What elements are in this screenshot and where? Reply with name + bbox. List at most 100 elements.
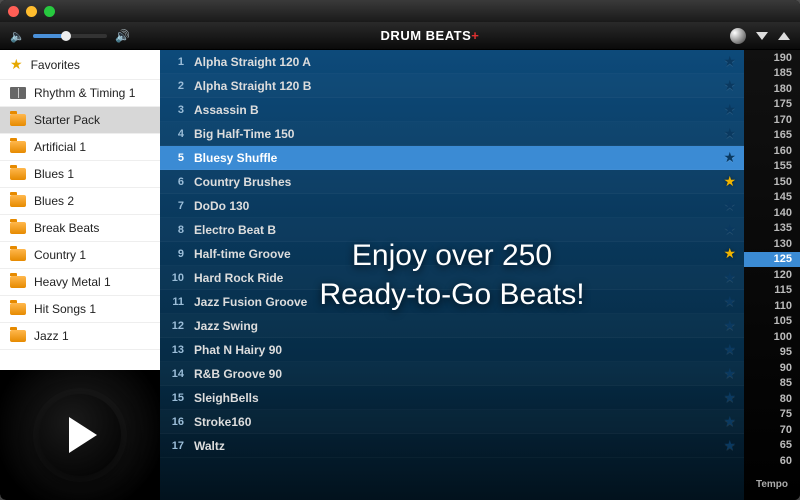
tempo-up-button[interactable]: [778, 32, 790, 40]
favorite-star-icon[interactable]: ★: [723, 221, 736, 238]
sidebar: ★FavoritesRhythm & Timing 1 Starter Pack A…: [0, 50, 160, 500]
favorite-star-icon[interactable]: ★: [723, 341, 736, 358]
tempo-item[interactable]: 120: [744, 267, 800, 283]
favorite-star-icon[interactable]: ★: [723, 245, 736, 262]
category-item[interactable]: Hit Songs 1: [0, 296, 160, 323]
beat-row[interactable]: 14R&B Groove 90★: [160, 362, 744, 386]
favorite-star-icon[interactable]: ★: [723, 269, 736, 286]
zoom-icon[interactable]: [44, 6, 55, 17]
beat-name: Country Brushes: [194, 175, 723, 189]
tempo-item[interactable]: 160: [744, 143, 800, 159]
beat-row[interactable]: 16Stroke160★: [160, 410, 744, 434]
category-item[interactable]: Jazz 1: [0, 323, 160, 350]
category-label: Starter Pack: [34, 113, 100, 127]
folder-icon: [10, 276, 26, 288]
beat-row[interactable]: 9Half-time Groove★: [160, 242, 744, 266]
tempo-item[interactable]: 60: [744, 453, 800, 469]
tempo-item[interactable]: 155: [744, 159, 800, 175]
favorite-star-icon[interactable]: ★: [723, 413, 736, 430]
tempo-item[interactable]: 110: [744, 298, 800, 314]
folder-icon: [10, 303, 26, 315]
favorite-star-icon[interactable]: ★: [723, 197, 736, 214]
close-icon[interactable]: [8, 6, 19, 17]
volume-thumb[interactable]: [61, 31, 71, 41]
tempo-item[interactable]: 95: [744, 345, 800, 361]
tempo-item[interactable]: 75: [744, 407, 800, 423]
category-item[interactable]: Rhythm & Timing 1: [0, 80, 160, 107]
tempo-item[interactable]: 85: [744, 376, 800, 392]
beat-name: Big Half-Time 150: [194, 127, 723, 141]
disco-icon[interactable]: [730, 28, 746, 44]
beat-row[interactable]: 13Phat N Hairy 90★: [160, 338, 744, 362]
favorite-star-icon[interactable]: ★: [723, 317, 736, 334]
tempo-item[interactable]: 185: [744, 66, 800, 82]
tempo-item[interactable]: 105: [744, 314, 800, 330]
category-item[interactable]: Artificial 1: [0, 134, 160, 161]
tempo-item[interactable]: 170: [744, 112, 800, 128]
tempo-item[interactable]: 175: [744, 97, 800, 113]
tempo-item[interactable]: 125: [744, 252, 800, 268]
category-item[interactable]: ★Favorites: [0, 50, 160, 80]
volume-slider[interactable]: [33, 34, 107, 38]
tempo-item[interactable]: 165: [744, 128, 800, 144]
beat-number: 17: [160, 440, 194, 452]
favorite-star-icon[interactable]: ★: [723, 437, 736, 454]
beat-row[interactable]: 6Country Brushes★: [160, 170, 744, 194]
beat-row[interactable]: 4Big Half-Time 150★: [160, 122, 744, 146]
favorite-star-icon[interactable]: ★: [723, 53, 736, 70]
favorite-star-icon[interactable]: ★: [723, 173, 736, 190]
beat-name: Stroke160: [194, 415, 723, 429]
tempo-item[interactable]: 140: [744, 205, 800, 221]
tempo-down-button[interactable]: [756, 32, 768, 40]
favorite-star-icon[interactable]: ★: [723, 293, 736, 310]
beat-list[interactable]: 1Alpha Straight 120 A★2Alpha Straight 12…: [160, 50, 744, 500]
beat-row[interactable]: 11Jazz Fusion Groove★: [160, 290, 744, 314]
tempo-item[interactable]: 115: [744, 283, 800, 299]
minimize-icon[interactable]: [26, 6, 37, 17]
beat-row[interactable]: 8Electro Beat B★: [160, 218, 744, 242]
category-item[interactable]: Break Beats: [0, 215, 160, 242]
tempo-item[interactable]: 180: [744, 81, 800, 97]
beat-row[interactable]: 3Assassin B★: [160, 98, 744, 122]
category-item[interactable]: Blues 2: [0, 188, 160, 215]
favorite-star-icon[interactable]: ★: [723, 389, 736, 406]
beat-row[interactable]: 10Hard Rock Ride★: [160, 266, 744, 290]
beat-row[interactable]: 15SleighBells★: [160, 386, 744, 410]
tempo-item[interactable]: 130: [744, 236, 800, 252]
beat-row[interactable]: 2Alpha Straight 120 B★: [160, 74, 744, 98]
beat-number: 10: [160, 272, 194, 284]
tempo-item[interactable]: 150: [744, 174, 800, 190]
beat-row[interactable]: 12Jazz Swing★: [160, 314, 744, 338]
tempo-item[interactable]: 90: [744, 360, 800, 376]
category-item[interactable]: Country 1: [0, 242, 160, 269]
beat-row[interactable]: 5Bluesy Shuffle★: [160, 146, 744, 170]
tempo-item[interactable]: 190: [744, 50, 800, 66]
favorite-star-icon[interactable]: ★: [723, 365, 736, 382]
beat-row[interactable]: 1Alpha Straight 120 A★: [160, 50, 744, 74]
play-button[interactable]: [39, 394, 121, 476]
tempo-item[interactable]: 70: [744, 422, 800, 438]
tempo-item[interactable]: 100: [744, 329, 800, 345]
favorite-star-icon[interactable]: ★: [723, 125, 736, 142]
tempo-item[interactable]: 65: [744, 438, 800, 454]
beat-row[interactable]: 7DoDo 130★: [160, 194, 744, 218]
beat-name: Bluesy Shuffle: [194, 151, 723, 165]
favorite-star-icon[interactable]: ★: [723, 101, 736, 118]
mac-titlebar: [0, 0, 800, 22]
beat-number: 2: [160, 80, 194, 92]
tempo-item[interactable]: 135: [744, 221, 800, 237]
folder-icon: [10, 141, 26, 153]
category-label: Favorites: [31, 58, 80, 72]
beat-name: Jazz Fusion Groove: [194, 295, 723, 309]
category-item[interactable]: Blues 1: [0, 161, 160, 188]
tempo-item[interactable]: 145: [744, 190, 800, 206]
favorite-star-icon[interactable]: ★: [723, 149, 736, 166]
tempo-item[interactable]: 80: [744, 391, 800, 407]
category-item[interactable]: Heavy Metal 1: [0, 269, 160, 296]
category-item[interactable]: Starter Pack: [0, 107, 160, 134]
tempo-list[interactable]: 1901851801751701651601551501451401351301…: [744, 50, 800, 473]
beat-name: Hard Rock Ride: [194, 271, 723, 285]
beat-row[interactable]: 17Waltz★: [160, 434, 744, 458]
toolbar: 🔈 🔊 DRUM BEATS+: [0, 22, 800, 50]
favorite-star-icon[interactable]: ★: [723, 77, 736, 94]
